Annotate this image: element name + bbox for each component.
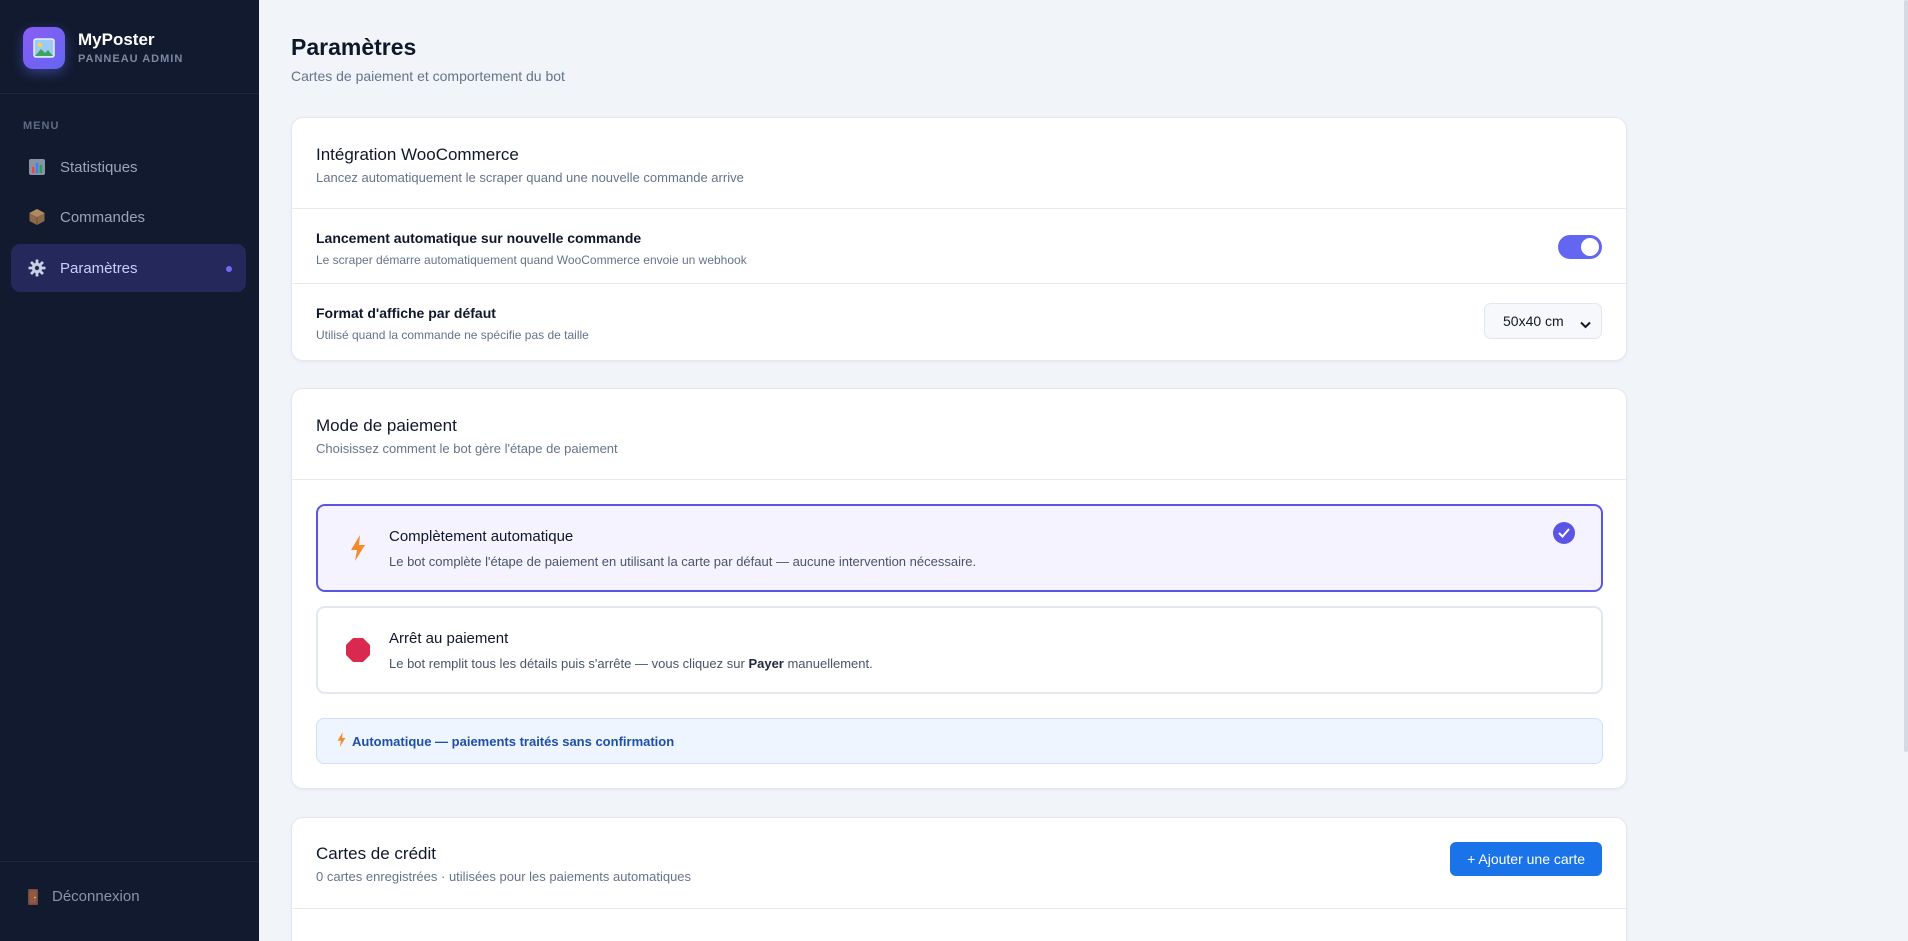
payment-mode-card: Mode de paiement Choisissez comment le b… [291,388,1627,789]
gear-icon [27,258,47,278]
lightning-icon [344,534,372,562]
card-description: Choisissez comment le bot gère l'étape d… [316,441,618,456]
sidebar-item-statistiques[interactable]: Statistiques [11,143,246,191]
sidebar-divider [0,93,259,94]
logout-label: Déconnexion [52,888,140,905]
auto-launch-title: Lancement automatique sur nouvelle comma… [316,230,642,246]
brand-subtitle: PANNEAU ADMIN [78,53,184,65]
door-icon [28,888,38,905]
sidebar-item-label: Commandes [60,208,146,226]
checkmark-icon [1553,522,1575,544]
card-divider [292,208,1626,209]
status-banner-text: Automatique — paiements traités sans con… [352,733,675,749]
sidebar-item-label: Statistiques [60,158,138,176]
brand[interactable]: MyPoster PANNEAU ADMIN [23,27,183,69]
sidebar-item-label: Paramètres [60,259,138,277]
card-description: 0 cartes enregistrées · utilisées pour l… [316,869,692,884]
scrollbar[interactable] [1904,0,1908,752]
lightning-icon [337,732,346,750]
toggle-knob [1581,238,1599,256]
brand-name: MyPoster [78,30,155,49]
card-title: Mode de paiement [316,416,457,435]
picture-icon [23,27,65,69]
option-description: Le bot remplit tous les détails puis s'a… [389,656,873,671]
active-indicator-dot [226,266,232,272]
default-format-description: Utilisé quand la commande ne spécifie pa… [316,328,589,342]
card-title: Cartes de crédit [316,844,436,863]
stop-sign-icon [344,636,372,664]
page-title: Paramètres [291,34,417,60]
sidebar: MyPoster PANNEAU ADMIN MENU Statistiques… [0,0,259,941]
credit-cards-card: Cartes de crédit 0 cartes enregistrées ·… [291,817,1627,941]
auto-launch-description: Le scraper démarre automatiquement quand… [316,253,747,267]
option-description: Le bot complète l'étape de paiement en u… [389,554,977,569]
default-format-title: Format d'affiche par défaut [316,305,496,321]
default-format-select[interactable]: 50x40 cm [1484,303,1602,339]
menu-label: MENU [23,120,60,132]
card-divider [292,283,1626,284]
payment-option-automatic[interactable]: Complètement automatique Le bot complète… [316,504,1603,592]
chevron-down-icon [1580,316,1591,332]
add-card-button[interactable]: + Ajouter une carte [1450,842,1602,876]
page-subtitle: Cartes de paiement et comportement du bo… [291,68,565,84]
woocommerce-card: Intégration WooCommerce Lancez automatiq… [291,117,1627,361]
auto-launch-toggle[interactable] [1558,235,1602,259]
option-title: Complètement automatique [389,528,574,545]
package-icon [27,207,47,227]
sidebar-item-parametres[interactable]: Paramètres [11,244,246,292]
logout-button[interactable]: Déconnexion [28,888,140,905]
card-title: Intégration WooCommerce [316,145,519,164]
sidebar-divider [0,861,259,862]
card-divider [292,479,1626,480]
select-value: 50x40 cm [1503,313,1564,329]
pay-keyword: Payer [748,656,784,671]
payment-option-manual[interactable]: Arrêt au paiement Le bot remplit tous le… [316,606,1603,694]
card-description: Lancez automatiquement le scraper quand … [316,170,744,185]
card-divider [292,908,1626,909]
option-title: Arrêt au paiement [389,630,509,647]
payment-status-banner: Automatique — paiements traités sans con… [316,718,1603,764]
sidebar-item-commandes[interactable]: Commandes [11,193,246,241]
bar-chart-icon [27,157,47,177]
